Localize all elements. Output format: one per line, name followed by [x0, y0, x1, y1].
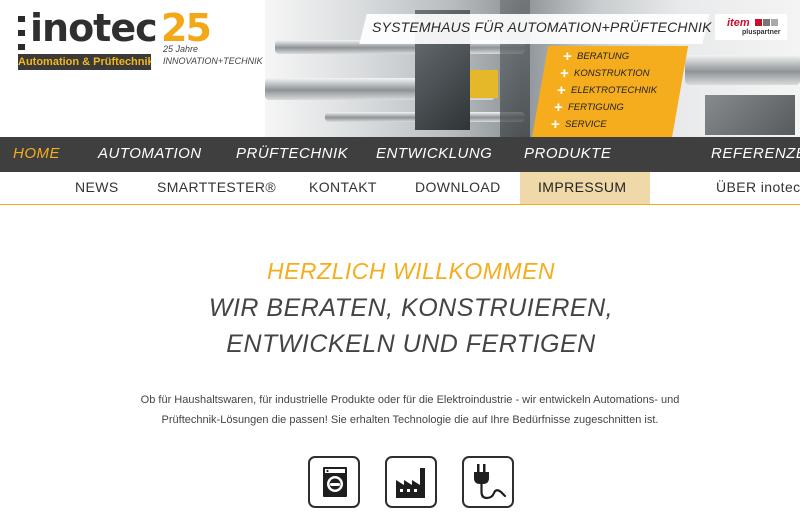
logo-subtitle: Automation & Prüftechnik: [18, 54, 151, 70]
headline-line-1: WIR BERATEN, KONSTRUIEREN,: [208, 294, 614, 322]
nav-download[interactable]: DOWNLOAD: [415, 179, 501, 195]
partner-logo-sub: pluspartner: [742, 29, 781, 36]
partner-square-icon: [755, 19, 762, 26]
power-plug-icon: [474, 464, 507, 500]
logo-wordmark: inotec: [30, 6, 158, 50]
partner-logo-word: item: [727, 17, 750, 29]
nav-home[interactable]: HOME: [13, 145, 60, 162]
intro-line-1: Ob für Haushaltswaren, für industrielle …: [140, 394, 680, 406]
nav-impressum[interactable]: IMPRESSUM: [538, 179, 626, 195]
intro-text: Ob für Haushaltswaren, für industrielle …: [110, 390, 710, 430]
logo-mark: [18, 16, 26, 50]
item-partner-logo: item pluspartner: [715, 14, 787, 40]
service-item: + ELEKTROTECHNIK: [557, 82, 658, 99]
service-item: + SERVICE: [551, 116, 607, 133]
brand-tagline: INNOVATION+TECHNIK: [163, 56, 263, 66]
nav-referenzen[interactable]: REFERENZEN: [711, 145, 800, 162]
plus-icon: +: [563, 48, 572, 65]
services-list: + BERATUNG + KONSTRUKTION + ELEKTROTECHNIK …: [551, 48, 683, 133]
anniversary-label: 25 Jahre: [163, 44, 199, 54]
nav-news[interactable]: NEWS: [75, 179, 119, 195]
washing-machine-icon: [323, 467, 347, 497]
service-item: + BERATUNG: [563, 48, 630, 65]
plus-icon: +: [554, 99, 563, 116]
primary-nav: HOME AUTOMATION PRÜFTECHNIK ENTWICKLUNG …: [0, 137, 800, 172]
plus-icon: +: [557, 82, 566, 99]
plus-icon: +: [560, 65, 569, 82]
inotec-logo[interactable]: inotec Automation & Prüftechnik 25 25 Ja…: [18, 6, 263, 72]
nav-produkte[interactable]: PRODUKTE: [524, 145, 611, 162]
nav-kontakt[interactable]: KONTAKT: [309, 179, 377, 195]
partner-square-icon: [763, 19, 770, 26]
nav-automation[interactable]: AUTOMATION: [98, 145, 202, 162]
slogan-text: SYSTEMHAUS FÜR AUTOMATION+PRÜFTECHNIK: [372, 19, 712, 35]
service-item: + KONSTRUKTION: [560, 65, 650, 82]
partner-square-icon: [771, 19, 778, 26]
service-item: + FERTIGUNG: [554, 99, 624, 116]
headline-line-2: ENTWICKELN UND FERTIGEN: [226, 330, 596, 358]
factory-icon: [396, 468, 425, 498]
industry-category-tile[interactable]: [385, 456, 437, 508]
site-header: inotec Automation & Prüftechnik 25 25 Ja…: [0, 0, 800, 137]
household-category-tile[interactable]: [308, 456, 360, 508]
welcome-heading: HERZLICH WILLKOMMEN: [266, 258, 556, 284]
plus-icon: +: [551, 116, 560, 133]
secondary-nav: NEWS SMARTTESTER® KONTAKT DOWNLOAD IMPRE…: [0, 172, 800, 205]
intro-line-2: Prüftechnik-Lösungen die passen! Sie erh…: [161, 414, 659, 426]
nav-entwicklung[interactable]: ENTWICKLUNG: [376, 145, 492, 162]
nav-ueber-inotec[interactable]: ÜBER inotec: [716, 179, 800, 195]
nav-smarttester[interactable]: SMARTTESTER®: [157, 179, 276, 195]
nav-prueftechnik[interactable]: PRÜFTECHNIK: [236, 145, 348, 162]
electrical-category-tile[interactable]: [462, 456, 514, 508]
